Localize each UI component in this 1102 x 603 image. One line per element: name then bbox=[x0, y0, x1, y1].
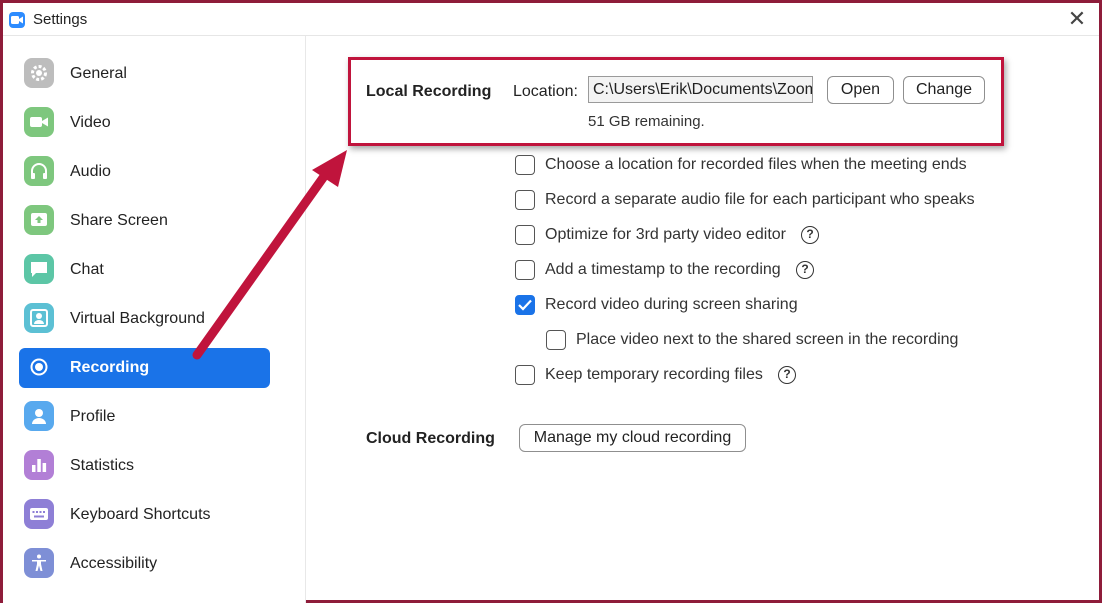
sidebar-item-general[interactable]: General bbox=[19, 54, 270, 94]
option-label: Choose a location for recorded files whe… bbox=[545, 156, 967, 173]
manage-cloud-recording-button[interactable]: Manage my cloud recording bbox=[519, 424, 746, 452]
sidebar-item-label: General bbox=[70, 65, 127, 82]
checkbox[interactable] bbox=[515, 155, 535, 175]
checkbox-checked[interactable] bbox=[515, 295, 535, 315]
gear-icon bbox=[24, 58, 54, 88]
cloud-recording-heading: Cloud Recording bbox=[366, 430, 495, 447]
keyboard-icon bbox=[24, 499, 54, 529]
checkbox[interactable] bbox=[546, 330, 566, 350]
sidebar-item-virtual-background[interactable]: Virtual Background bbox=[19, 299, 270, 339]
chat-bubble-icon bbox=[24, 254, 54, 284]
question-circle-icon[interactable]: ? bbox=[801, 226, 819, 244]
sidebar-item-label: Accessibility bbox=[70, 555, 158, 572]
option-separate-audio[interactable]: Record a separate audio file for each pa… bbox=[515, 188, 1075, 212]
sidebar-item-statistics[interactable]: Statistics bbox=[19, 446, 270, 486]
sidebar-item-label: Share Screen bbox=[70, 212, 168, 229]
option-keep-temporary-files[interactable]: Keep temporary recording files ? bbox=[515, 363, 1075, 387]
headphones-icon bbox=[24, 156, 54, 186]
option-label: Keep temporary recording files bbox=[545, 366, 763, 383]
sidebar-item-recording[interactable]: Recording bbox=[19, 348, 270, 388]
sidebar-item-label: Virtual Background bbox=[70, 310, 205, 327]
video-camera-icon bbox=[24, 107, 54, 137]
sidebar-item-label: Video bbox=[70, 114, 111, 131]
option-add-timestamp[interactable]: Add a timestamp to the recording ? bbox=[515, 258, 1075, 282]
sidebar-item-share-screen[interactable]: Share Screen bbox=[19, 201, 270, 241]
sidebar-item-keyboard-shortcuts[interactable]: Keyboard Shortcuts bbox=[19, 495, 270, 535]
option-place-video-next[interactable]: Place video next to the shared screen in… bbox=[546, 328, 1066, 352]
checkbox[interactable] bbox=[515, 225, 535, 245]
option-choose-location[interactable]: Choose a location for recorded files whe… bbox=[515, 153, 1075, 177]
sidebar-item-accessibility[interactable]: Accessibility bbox=[19, 544, 270, 584]
sidebar-item-label: Statistics bbox=[70, 457, 135, 474]
option-label: Place video next to the shared screen in… bbox=[576, 331, 959, 348]
title-bar: Settings ✕ bbox=[3, 3, 1099, 36]
zoom-camera-icon bbox=[9, 12, 25, 28]
sidebar-item-chat[interactable]: Chat bbox=[19, 250, 270, 290]
checkbox[interactable] bbox=[515, 260, 535, 280]
sidebar-item-video[interactable]: Video bbox=[19, 103, 270, 143]
window-title: Settings bbox=[33, 11, 88, 28]
person-icon bbox=[24, 401, 54, 431]
option-label: Record a separate audio file for each pa… bbox=[545, 191, 975, 208]
sidebar-item-audio[interactable]: Audio bbox=[19, 152, 270, 192]
option-label: Optimize for 3rd party video editor bbox=[545, 226, 786, 243]
option-optimize-3rd-party[interactable]: Optimize for 3rd party video editor ? bbox=[515, 223, 1075, 247]
option-record-video-screen-sharing[interactable]: Record video during screen sharing bbox=[515, 293, 1075, 317]
sidebar-item-label: Chat bbox=[70, 261, 104, 278]
sidebar-item-label: Audio bbox=[70, 163, 111, 180]
bar-chart-icon bbox=[24, 450, 54, 480]
annotation-highlight-box bbox=[348, 57, 1004, 146]
sidebar-item-label: Recording bbox=[70, 359, 150, 376]
share-screen-icon bbox=[24, 205, 54, 235]
question-circle-icon[interactable]: ? bbox=[778, 366, 796, 384]
close-icon[interactable]: ✕ bbox=[1065, 8, 1089, 32]
option-label: Record video during screen sharing bbox=[545, 296, 798, 313]
question-circle-icon[interactable]: ? bbox=[796, 261, 814, 279]
sidebar-item-label: Profile bbox=[70, 408, 116, 425]
person-portrait-icon bbox=[24, 303, 54, 333]
checkbox[interactable] bbox=[515, 365, 535, 385]
record-icon bbox=[24, 352, 54, 382]
settings-sidebar: General Video Audio Share Screen Chat Vi… bbox=[3, 36, 306, 603]
sidebar-item-label: Keyboard Shortcuts bbox=[70, 506, 211, 523]
sidebar-item-profile[interactable]: Profile bbox=[19, 397, 270, 437]
option-label: Add a timestamp to the recording bbox=[545, 261, 781, 278]
accessibility-icon bbox=[24, 548, 54, 578]
checkbox[interactable] bbox=[515, 190, 535, 210]
